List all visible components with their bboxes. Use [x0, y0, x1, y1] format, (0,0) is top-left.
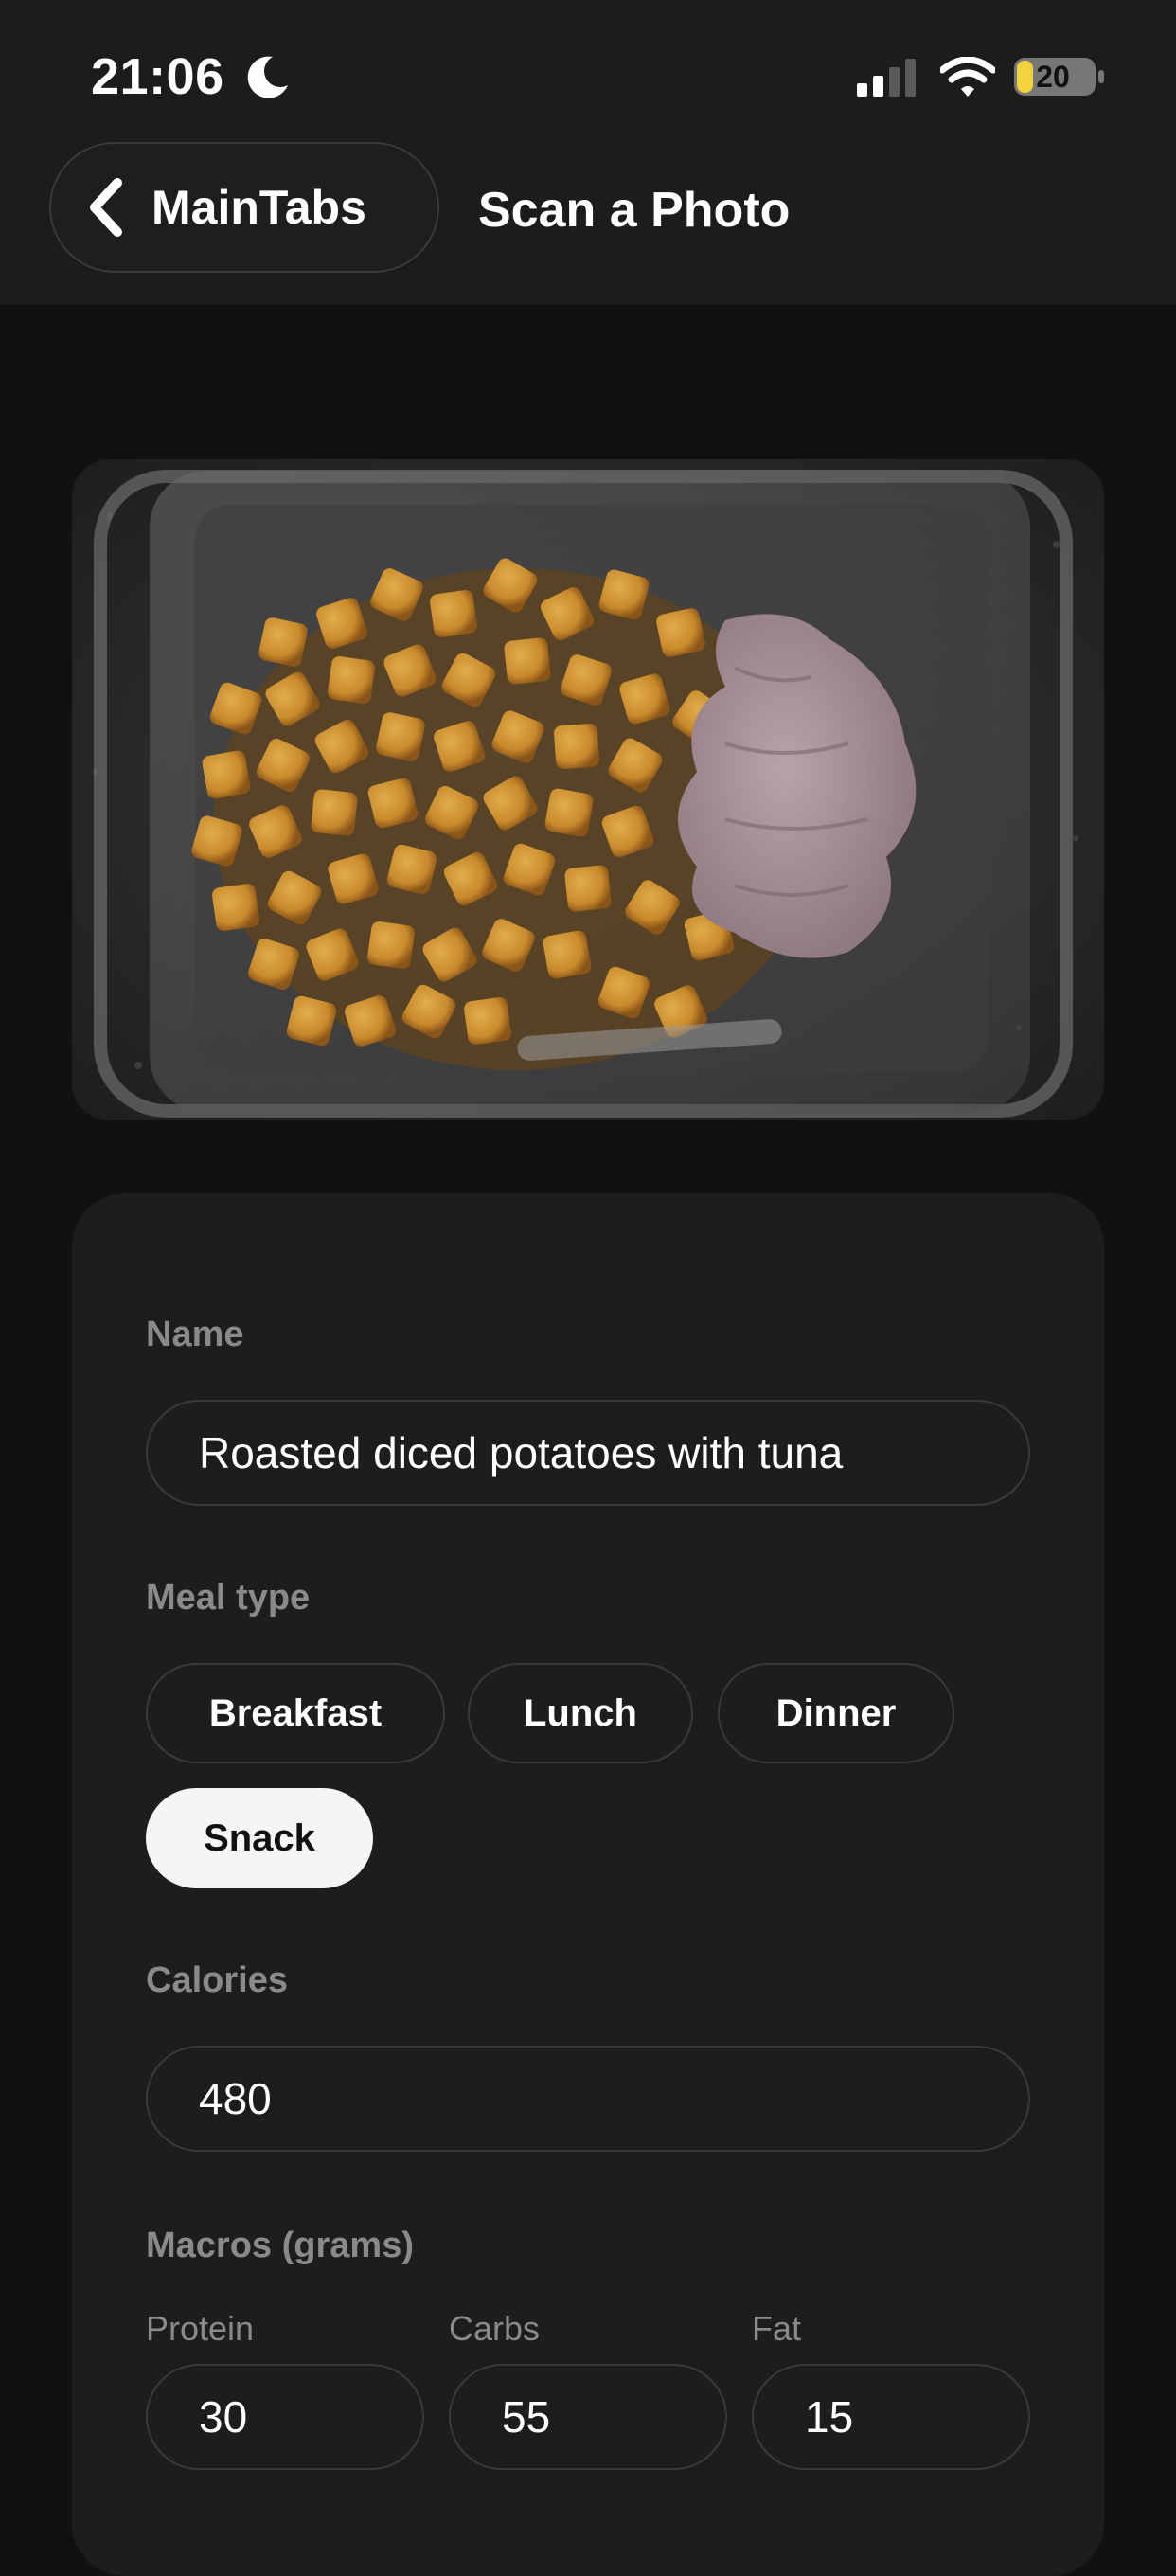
- chevron-left-icon: [90, 178, 122, 237]
- carbs-label: Carbs: [449, 2309, 541, 2348]
- status-bar: 21:06 20: [0, 0, 1176, 142]
- name-field[interactable]: Roasted diced potatoes with tuna: [146, 1400, 1030, 1506]
- nav-bar: MainTabs Scan a Photo: [0, 142, 1176, 305]
- meal-type-label: Meal type: [146, 1578, 311, 1618]
- status-time: 21:06: [91, 48, 224, 105]
- page-title: Scan a Photo: [478, 183, 791, 238]
- meal-type-snack[interactable]: Snack: [146, 1788, 373, 1888]
- wifi-icon: [940, 57, 995, 97]
- battery-icon: 20: [1013, 57, 1106, 101]
- name-label: Name: [146, 1315, 244, 1354]
- macros-label: Macros (grams): [146, 2226, 414, 2265]
- battery-level: 20: [1036, 59, 1070, 94]
- back-button[interactable]: MainTabs: [49, 142, 439, 273]
- meal-type-breakfast[interactable]: Breakfast: [146, 1663, 445, 1763]
- meal-type-lunch[interactable]: Lunch: [468, 1663, 693, 1763]
- moon-icon: [247, 56, 288, 98]
- fat-label: Fat: [752, 2309, 802, 2348]
- carbs-field[interactable]: 55: [449, 2364, 727, 2470]
- meal-type-dinner[interactable]: Dinner: [718, 1663, 954, 1763]
- protein-label: Protein: [146, 2309, 255, 2348]
- calories-label: Calories: [146, 1960, 288, 2000]
- meal-form-card: Name Roasted diced potatoes with tuna Me…: [72, 1193, 1104, 2576]
- food-photo: [72, 459, 1104, 1120]
- back-button-label: MainTabs: [151, 181, 366, 234]
- calories-field[interactable]: 480: [146, 2046, 1030, 2152]
- signal-icon: [857, 59, 916, 97]
- fat-field[interactable]: 15: [752, 2364, 1030, 2470]
- protein-field[interactable]: 30: [146, 2364, 424, 2470]
